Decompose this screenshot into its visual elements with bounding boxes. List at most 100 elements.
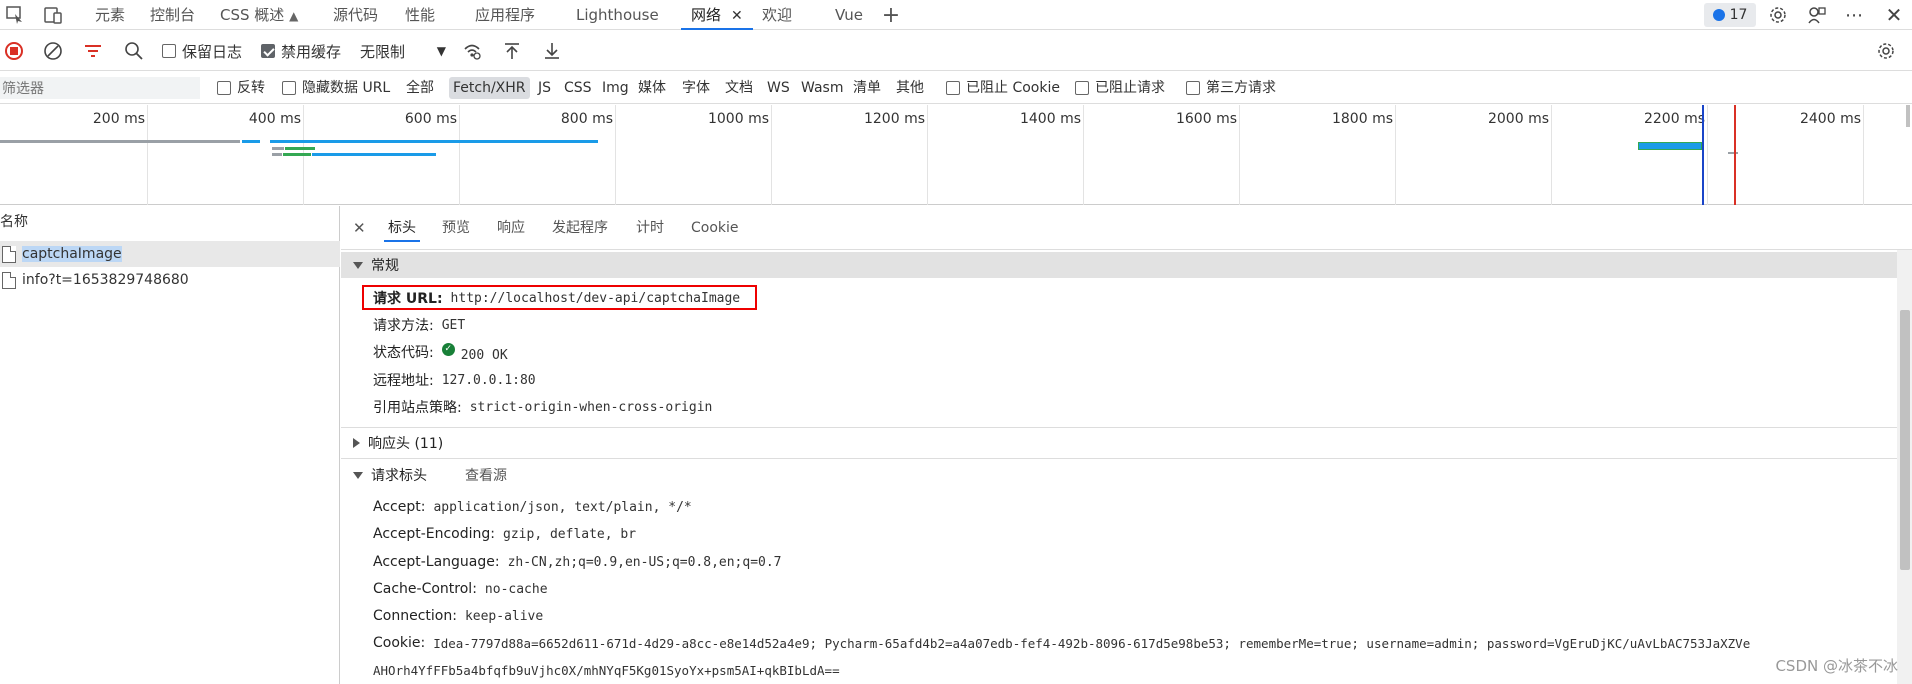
tab-application[interactable]: 应用程序	[465, 0, 545, 30]
third-party-checkbox[interactable]: 第三方请求	[1186, 77, 1276, 99]
disable-cache-checkbox[interactable]: 禁用缓存	[261, 39, 341, 63]
filter-input[interactable]	[0, 77, 200, 99]
inspect-element-icon[interactable]	[4, 4, 26, 26]
issues-badge[interactable]: 17	[1704, 3, 1756, 27]
invert-checkbox[interactable]: 反转	[217, 77, 265, 99]
collapse-triangle-icon	[353, 438, 360, 448]
tab-vue[interactable]: Vue	[825, 0, 873, 30]
search-icon[interactable]	[124, 39, 144, 63]
invert-label: 反转	[237, 80, 265, 96]
request-headers-section-header[interactable]: 请求标头 查看源	[341, 462, 1897, 488]
timeline-gridline	[1239, 105, 1240, 205]
detail-scrollbar[interactable]	[1897, 250, 1912, 684]
hide-data-url-checkbox[interactable]: 隐藏数据 URL	[282, 77, 390, 99]
clear-icon[interactable]	[43, 39, 63, 63]
timeline-tick: 1000 ms	[707, 111, 769, 127]
name-column-header[interactable]: 名称	[0, 206, 340, 238]
header-value: no-cache	[484, 581, 548, 597]
tab-headers[interactable]: 标头	[384, 216, 420, 242]
third-party-box[interactable]	[1186, 81, 1200, 95]
blocked-requests-box[interactable]	[1075, 81, 1089, 95]
export-har-icon[interactable]	[542, 39, 562, 63]
filter-type-media[interactable]: 媒体	[638, 77, 666, 99]
view-source-link[interactable]: 查看源	[465, 465, 507, 485]
invert-box[interactable]	[217, 81, 231, 95]
filter-type-img[interactable]: Img	[602, 77, 629, 99]
filter-type-all[interactable]: 全部	[406, 77, 434, 99]
timeline-bar	[283, 153, 311, 156]
issues-count: 17	[1729, 7, 1748, 23]
response-headers-section-header[interactable]: 响应头 (11)	[341, 430, 1897, 456]
close-devtools-icon[interactable]: ✕	[1882, 3, 1906, 27]
request-row[interactable]: captchaImage	[0, 241, 340, 267]
record-stop-icon[interactable]	[4, 39, 24, 63]
close-tab-icon[interactable]: ✕	[731, 8, 743, 24]
tab-css-overview[interactable]: CSS 概述 ▲	[210, 0, 308, 30]
filter-icon[interactable]	[83, 39, 103, 63]
blocked-cookies-box[interactable]	[946, 81, 960, 95]
settings-gear-icon[interactable]	[1766, 3, 1790, 27]
blocked-cookies-checkbox[interactable]: 已阻止 Cookie	[946, 77, 1060, 99]
timeline-gridline	[459, 105, 460, 205]
timeline-tick: 1600 ms	[1175, 111, 1237, 127]
disable-cache-label: 禁用缓存	[281, 42, 342, 61]
request-row[interactable]: info?t=1653829748680	[0, 267, 340, 293]
add-tab-icon[interactable]: +	[880, 3, 902, 28]
tab-welcome[interactable]: 欢迎	[752, 0, 802, 30]
timeline-gridline	[1707, 105, 1708, 205]
request-url-value: http://localhost/dev-api/captchaImage	[450, 290, 741, 306]
request-method-key: 请求方法:	[373, 318, 434, 334]
filter-type-fetch-xhr[interactable]: Fetch/XHR	[449, 77, 530, 99]
preserve-log-checkbox[interactable]: 保留日志	[162, 39, 242, 63]
request-header-row: Connection: keep-alive	[373, 605, 543, 627]
filter-type-wasm[interactable]: Wasm	[801, 77, 843, 99]
customize-profile-icon[interactable]	[1805, 3, 1829, 27]
header-key: Cookie:	[373, 635, 426, 651]
expand-triangle-icon	[353, 471, 363, 479]
request-list: 名称 captchaImage info?t=1653829748680	[0, 206, 340, 684]
tab-elements[interactable]: 元素	[85, 0, 135, 30]
close-detail-icon[interactable]: ✕	[349, 216, 370, 242]
timeline-tick: 2000 ms	[1487, 111, 1549, 127]
file-icon	[2, 271, 16, 289]
tab-initiator[interactable]: 发起程序	[548, 216, 612, 242]
filter-type-font[interactable]: 字体	[682, 77, 710, 99]
timeline-bar	[242, 140, 260, 143]
third-party-label: 第三方请求	[1206, 80, 1276, 96]
tab-timing[interactable]: 计时	[632, 216, 668, 242]
preserve-log-box[interactable]	[162, 44, 176, 58]
blocked-requests-checkbox[interactable]: 已阻止请求	[1075, 77, 1165, 99]
tab-network[interactable]: 网络 ✕	[681, 0, 753, 30]
tab-console[interactable]: 控制台	[140, 0, 205, 30]
filter-type-manifest[interactable]: 清单	[853, 77, 881, 99]
tab-performance[interactable]: 性能	[395, 0, 445, 30]
timeline-tick: 200 ms	[92, 111, 145, 127]
filter-type-css[interactable]: CSS	[564, 77, 592, 99]
device-toolbar-icon[interactable]	[42, 4, 64, 26]
tab-sources[interactable]: 源代码	[323, 0, 388, 30]
timeline-scrollbar[interactable]	[1906, 105, 1910, 127]
tab-css-overview-label: CSS 概述	[220, 6, 285, 24]
status-code-value: 200 OK	[460, 347, 508, 363]
general-section-header[interactable]: 常规	[341, 252, 1897, 278]
tab-preview[interactable]: 预览	[438, 216, 474, 242]
tab-lighthouse[interactable]: Lighthouse	[566, 0, 669, 30]
network-settings-gear-icon[interactable]	[1876, 39, 1896, 63]
hide-data-url-box[interactable]	[282, 81, 296, 95]
tab-cookies[interactable]: Cookie	[687, 216, 743, 242]
header-key: Cache-Control:	[373, 581, 477, 597]
import-har-icon[interactable]	[502, 39, 522, 63]
timeline-bar	[272, 147, 284, 150]
timeline-overview[interactable]: 200 ms 400 ms 600 ms 800 ms 1000 ms 1200…	[0, 105, 1912, 205]
preserve-log-label: 保留日志	[182, 42, 243, 61]
detail-scrollbar-thumb[interactable]	[1900, 310, 1910, 570]
network-conditions-icon[interactable]	[462, 39, 482, 63]
filter-type-js[interactable]: JS	[538, 77, 551, 99]
disable-cache-box[interactable]	[261, 44, 275, 58]
filter-type-ws[interactable]: WS	[767, 77, 790, 99]
filter-type-other[interactable]: 其他	[896, 77, 924, 99]
more-options-icon[interactable]: ⋯	[1842, 3, 1866, 27]
throttle-select[interactable]: 无限制 ▼	[360, 39, 446, 63]
tab-response[interactable]: 响应	[493, 216, 529, 242]
filter-type-doc[interactable]: 文档	[725, 77, 753, 99]
